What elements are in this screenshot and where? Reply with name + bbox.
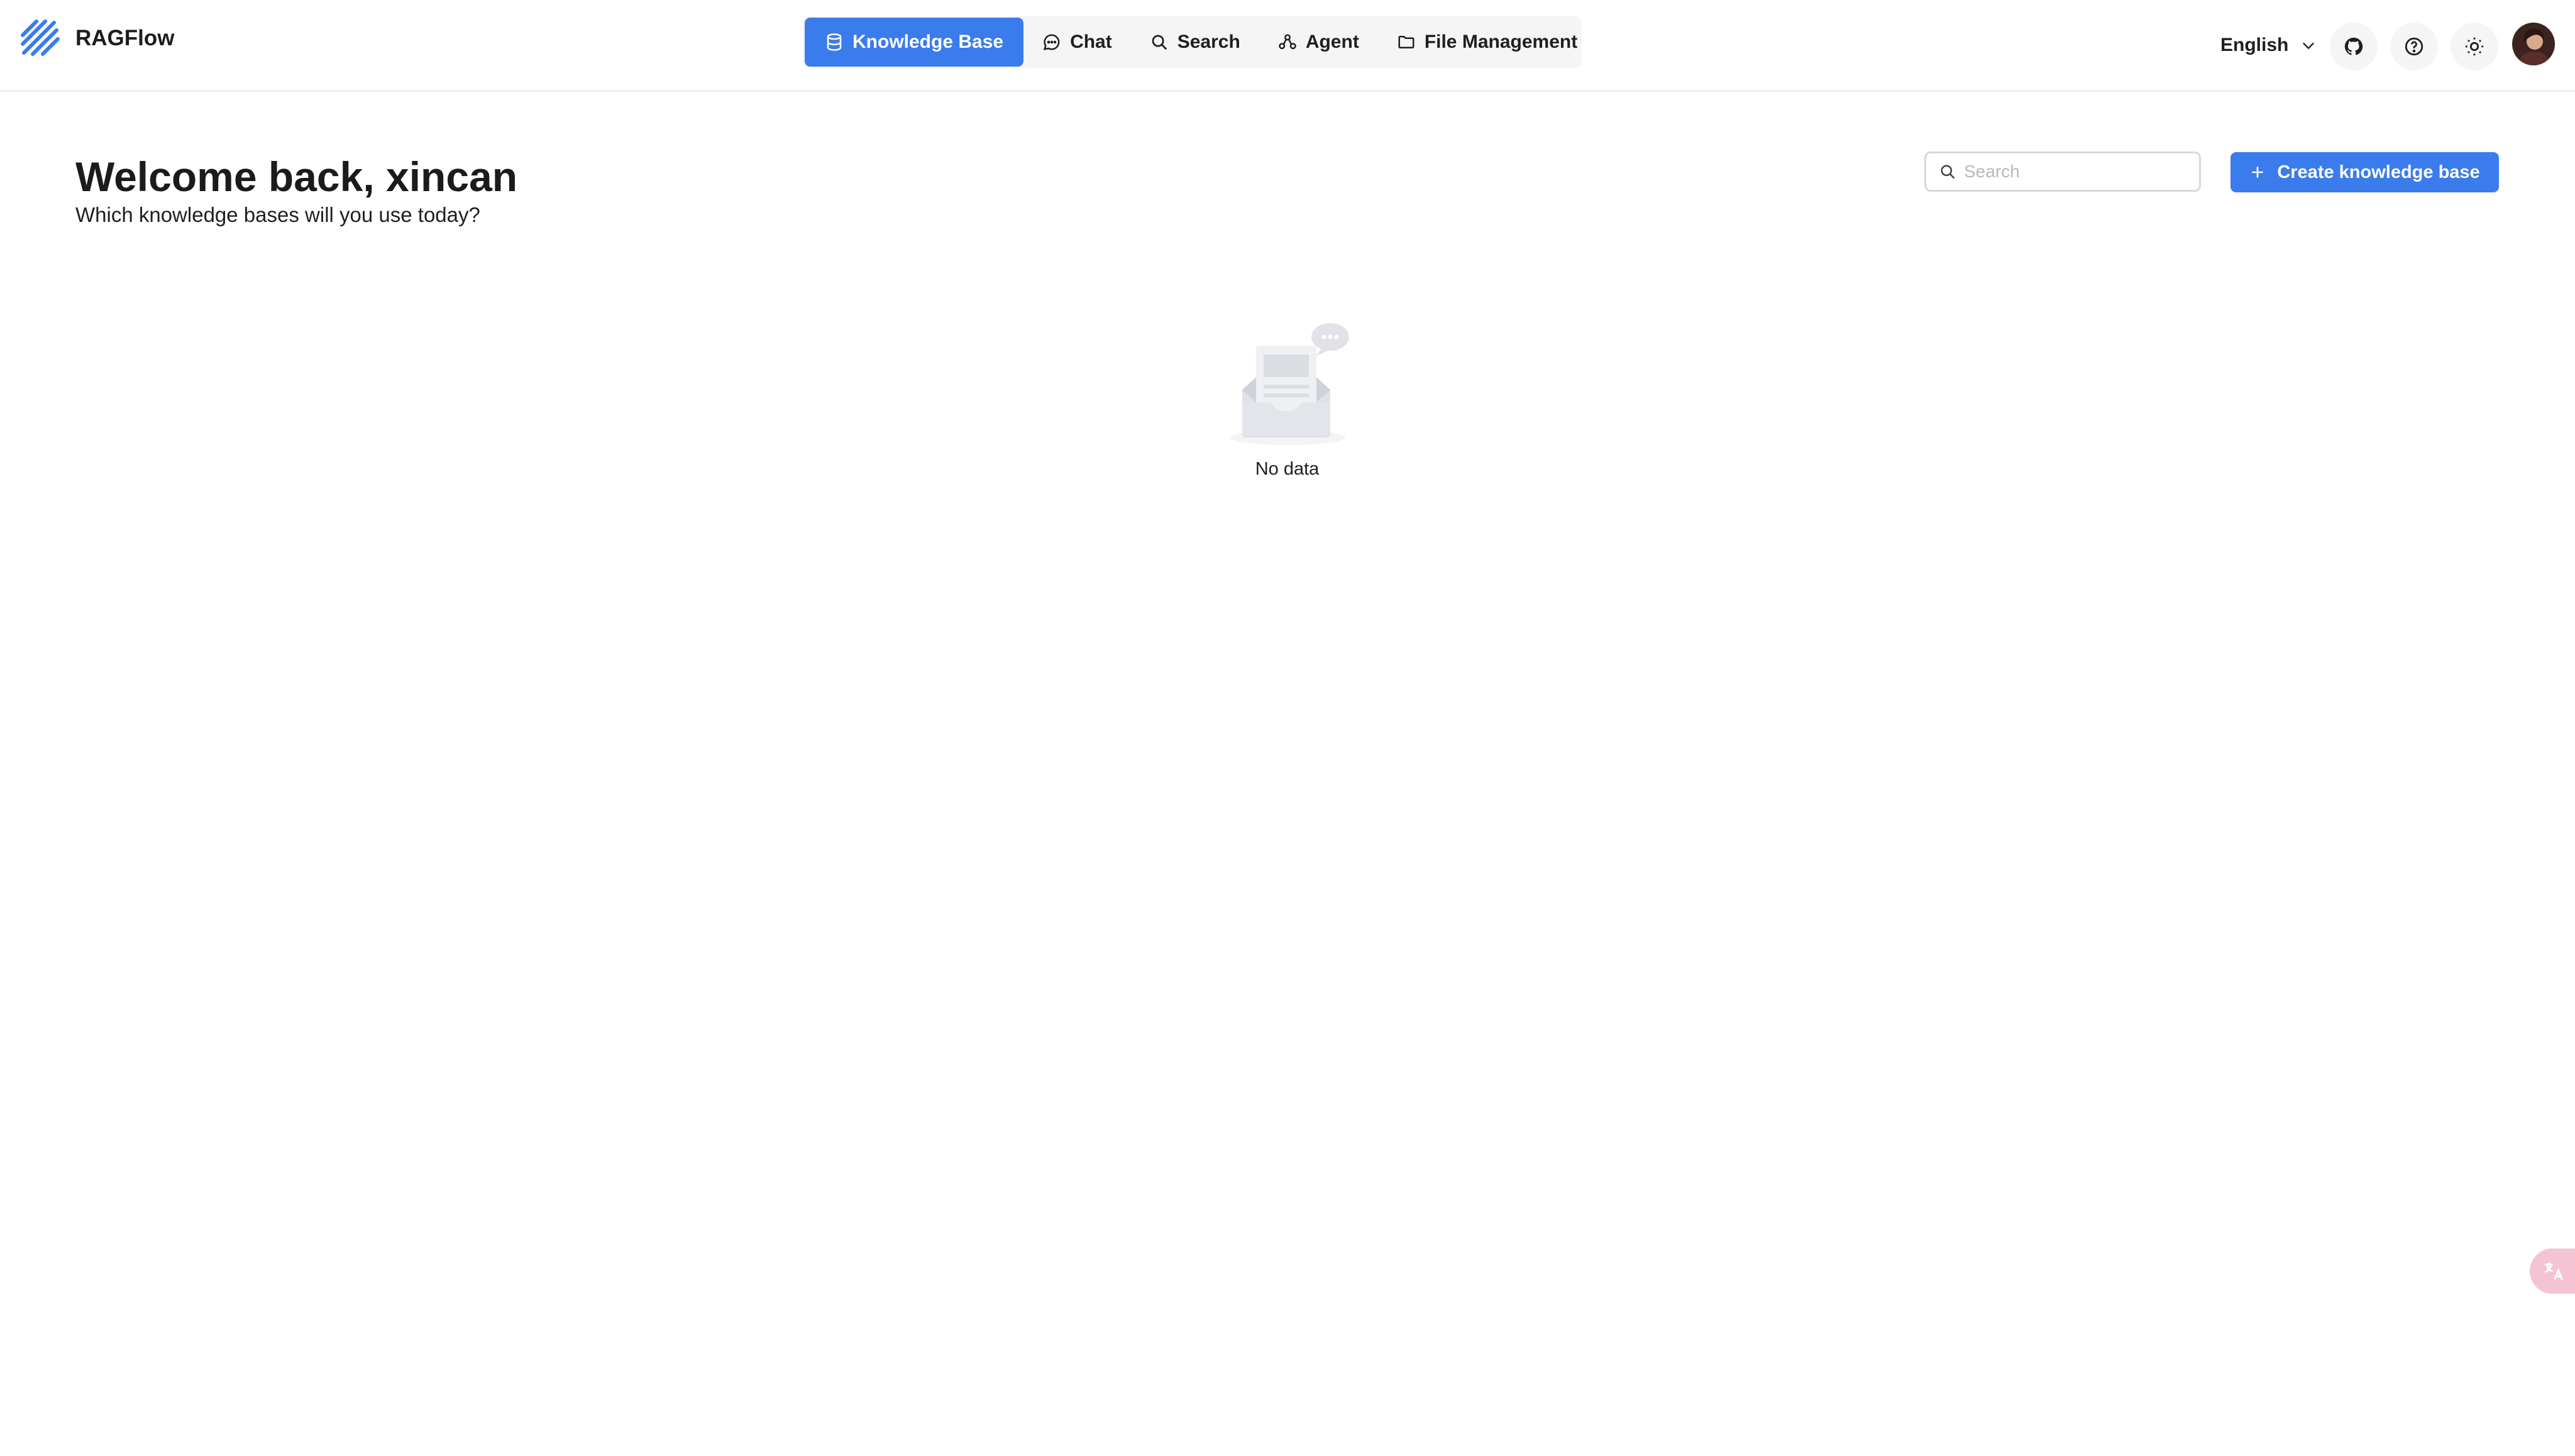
search-icon — [1941, 165, 1955, 179]
user-avatar[interactable] — [2512, 23, 2555, 65]
nav-tab-chat[interactable]: Chat — [1023, 18, 1131, 67]
github-icon — [2344, 37, 2363, 55]
empty-state: No data — [1220, 314, 1408, 490]
search-input[interactable] — [1964, 162, 2190, 182]
sun-theme-icon — [2465, 37, 2484, 56]
create-knowledge-base-button[interactable]: Create knowledge base — [2230, 152, 2499, 192]
ragflow-logo-icon[interactable] — [19, 16, 63, 60]
nav-tab-agent[interactable]: Agent — [1259, 18, 1378, 67]
nav-tab-knowledge-base[interactable]: Knowledge Base — [805, 18, 1024, 67]
chevron-down-icon — [2303, 42, 2315, 50]
translate-icon — [2544, 1262, 2563, 1281]
empty-inbox-icon — [1230, 323, 1349, 445]
language-selector[interactable]: English — [2220, 33, 2317, 58]
page-title: Welcome back, xincan — [75, 153, 518, 200]
github-button[interactable] — [2330, 23, 2378, 70]
nav-tab-label: Agent — [1305, 31, 1359, 52]
nav-tab-search[interactable]: Search — [1131, 18, 1259, 67]
app-name: RAGFlow — [75, 26, 175, 50]
nav-tab-label: Search — [1177, 31, 1240, 52]
search-icon — [1152, 35, 1167, 50]
help-icon — [2405, 37, 2423, 56]
nav-tab-label: Chat — [1070, 31, 1112, 52]
agent-graph-icon — [1279, 34, 1296, 50]
theme-toggle-button[interactable] — [2451, 23, 2498, 70]
translate-floating-button[interactable] — [2530, 1249, 2575, 1294]
nav-tab-label: Knowledge Base — [852, 31, 1004, 52]
knowledge-base-search[interactable] — [1924, 152, 2201, 192]
plus-icon — [2252, 167, 2263, 178]
chat-bubble-icon — [1044, 34, 1060, 50]
top-header: RAGFlow Knowledge Base Chat Search Agent… — [0, 0, 2575, 92]
database-icon — [827, 33, 842, 51]
empty-state-text: No data — [1255, 459, 1320, 479]
language-label: English — [2220, 35, 2289, 55]
avatar-image — [2512, 23, 2555, 65]
help-button[interactable] — [2390, 23, 2438, 70]
nav-tab-file-management[interactable]: File Management — [1378, 18, 1596, 67]
main-nav: Knowledge Base Chat Search Agent File Ma… — [803, 16, 1582, 68]
page-subtitle: Which knowledge bases will you use today… — [75, 203, 480, 226]
create-button-label: Create knowledge base — [2277, 162, 2480, 182]
nav-tab-label: File Management — [1424, 31, 1578, 52]
folder-icon — [1398, 36, 1414, 48]
